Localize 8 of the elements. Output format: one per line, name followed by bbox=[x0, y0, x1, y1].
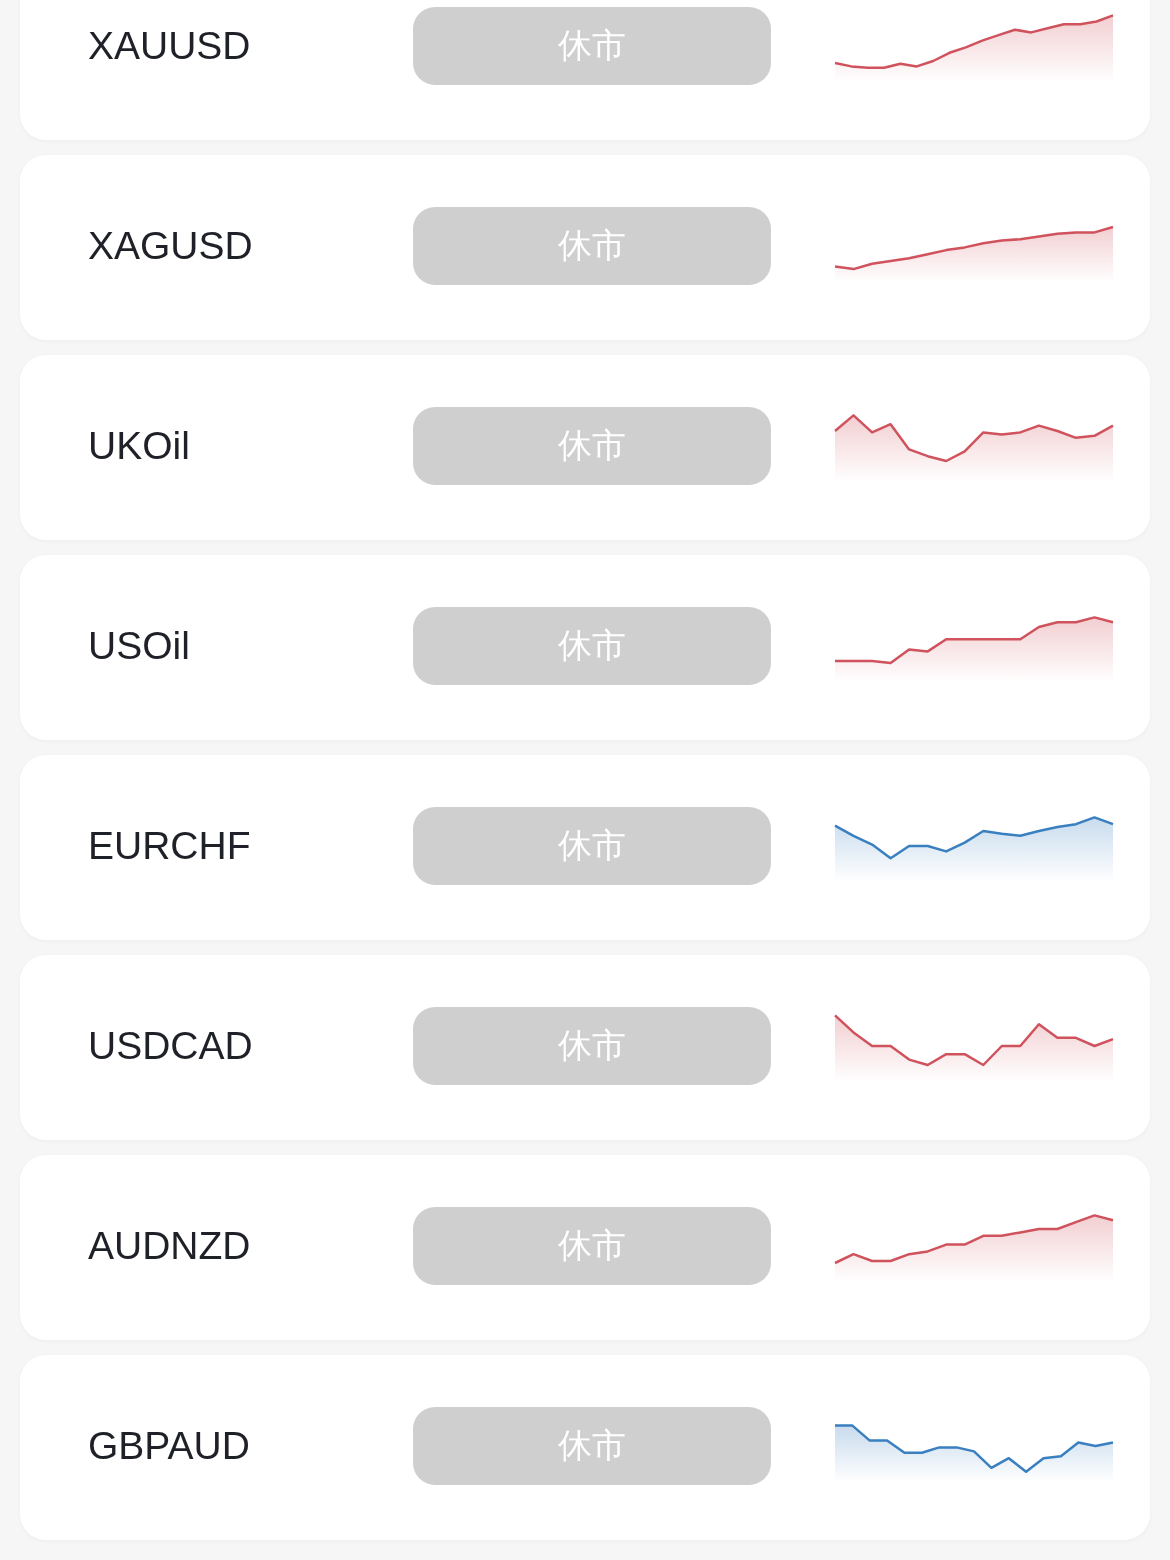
symbol-label: XAUUSD bbox=[88, 24, 252, 68]
symbol-label: USDCAD bbox=[88, 1024, 254, 1068]
symbol-label: USOil bbox=[88, 624, 191, 668]
symbol-label: UKOil bbox=[88, 424, 191, 468]
symbol-label: XAGUSD bbox=[88, 224, 254, 268]
symbol-label: GBPAUD bbox=[88, 1424, 251, 1468]
symbol-label: EURCHF bbox=[88, 824, 252, 868]
symbol-label: AUDNZD bbox=[88, 1224, 252, 1268]
